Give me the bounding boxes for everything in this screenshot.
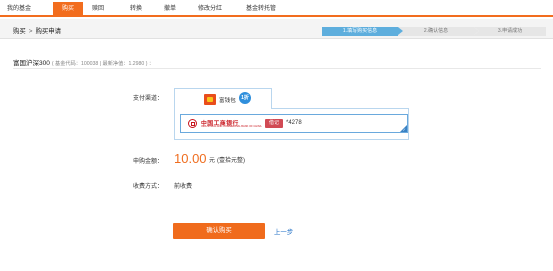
amount-label: 申购金额： [132,159,163,165]
tab-redeem[interactable]: 赎回 [87,3,109,15]
breadcrumb-separator: > [28,28,33,35]
step-success: 3.申请成功 [474,27,546,36]
breadcrumb-current: 购买申请 [35,28,62,35]
payment-channel-label: 支付渠道： [132,96,163,102]
tab-fund-transfer[interactable]: 基金转托管 [241,3,281,15]
breadcrumb-parent[interactable]: 购买 [13,28,26,35]
tab-convert[interactable]: 转换 [125,3,147,15]
icbc-logo-icon [188,119,197,128]
amount-in-words: (壹拾元整) [217,158,245,164]
bank-card-selector[interactable]: 中国工商银行 INDUSTRIAL AND COMMERCIAL BANK OF… [180,114,408,133]
divider [13,68,541,69]
fund-info: 富国沪深300( 基金代码：100038 | 最新净值：1.2980 ) ： [13,57,154,67]
card-type-badge: 借记 [265,119,284,128]
discount-badge: 1折 [239,92,251,104]
confirm-purchase-button[interactable]: 确认购买 [173,223,265,239]
payment-panel: 中国工商银行 INDUSTRIAL AND COMMERCIAL BANK OF… [174,108,409,140]
fee-mode-label: 收费方式： [132,184,163,190]
fund-name: 富国沪深300 [13,60,50,67]
check-icon: ✓ [402,127,406,132]
previous-step-link[interactable]: 上一步 [274,227,293,236]
fee-mode-value: 前收费 [174,184,193,190]
breadcrumb: 购买 > 购买申请 [13,26,61,35]
step-confirm-info: 2.确认信息 [398,27,479,36]
fund-meta: ( 基金代码：100038 | 最新净值：1.2980 ) ： [51,61,155,67]
tab-my-funds[interactable]: 我的基金 [4,3,34,15]
amount-unit: 元 [209,158,216,164]
wallet-icon [204,94,216,105]
tab-cancel-order[interactable]: 撤单 [158,3,182,15]
tab-purchase[interactable]: 购买 [53,2,83,16]
card-number: *4278 [286,120,302,126]
tab-modify-dividend[interactable]: 修改分红 [193,3,227,15]
amount-value: 10.00 [174,151,207,166]
wallet-name: 富钱包 [219,98,236,104]
top-nav: 我的基金 购买 赎回 转换 撤单 修改分红 基金转托管 [0,0,553,17]
bank-name-en: INDUSTRIAL AND COMMERCIAL BANK OF CHINA [201,125,262,128]
step-fill-info: 1.填写购买信息 [322,27,403,36]
payment-tab-wallet[interactable]: 富钱包 1折 [174,88,272,109]
